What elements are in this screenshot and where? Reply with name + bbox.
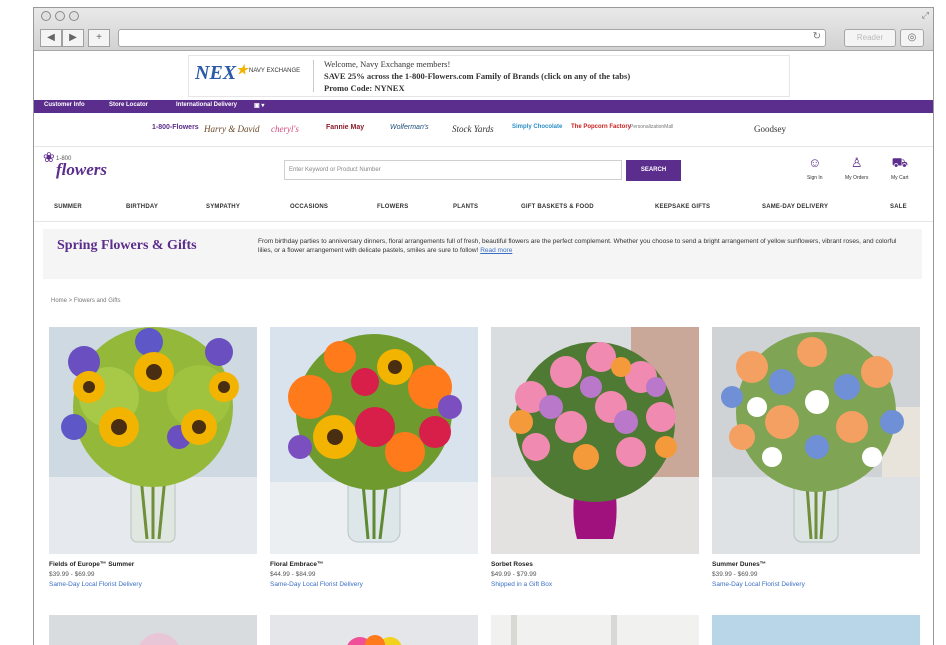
brand-tabs: 1-800-Flowers Harry & David cheryl's Fan… <box>34 114 933 147</box>
close-window-icon[interactable] <box>41 11 51 21</box>
flag-dropdown-icon[interactable]: ▣ ▾ <box>254 102 264 109</box>
product-price: $49.99 - $79.99 <box>491 571 537 578</box>
intro-body: From birthday parties to anniversary din… <box>258 238 897 254</box>
product-image[interactable] <box>49 327 257 554</box>
promo-line-2: SAVE 25% across the 1-800-Flowers.com Fa… <box>324 71 631 81</box>
product-image-partial[interactable] <box>712 615 920 645</box>
reader-button[interactable]: Reader <box>844 29 896 47</box>
product-card[interactable]: Floral Embrace™ $44.99 - $84.99 Same-Day… <box>270 327 478 588</box>
customer-info-link[interactable]: Customer Info <box>44 102 85 108</box>
back-button[interactable]: ◀ <box>40 29 62 47</box>
promo-text: Welcome, Navy Exchange members! SAVE 25%… <box>324 58 630 94</box>
product-card[interactable]: Summer Dunes™ $39.99 - $69.99 Same-Day L… <box>712 327 920 588</box>
brand-tab-cheryls[interactable]: cheryl's <box>271 124 299 134</box>
product-image-partial[interactable] <box>270 615 478 645</box>
store-locator-link[interactable]: Store Locator <box>109 102 148 108</box>
product-delivery: Same-Day Local Florist Delivery <box>270 581 363 588</box>
nav-summer[interactable]: SUMMER <box>54 204 82 210</box>
intro-text: From birthday parties to anniversary din… <box>258 237 910 255</box>
nav-sympathy[interactable]: SYMPATHY <box>206 204 240 210</box>
category-nav: SUMMER BIRTHDAY SYMPATHY OCCASIONS FLOWE… <box>34 199 933 222</box>
product-delivery: Same-Day Local Florist Delivery <box>712 581 805 588</box>
promo-line-3: Promo Code: NYNEX <box>324 83 405 93</box>
product-card[interactable]: Sorbet Roses $49.99 - $79.99 Shipped in … <box>491 327 699 588</box>
address-bar[interactable]: ↻ <box>118 29 826 47</box>
site-header: ❀ 1-800 flowers Enter Keyword or Product… <box>34 147 933 191</box>
product-image[interactable] <box>270 327 478 554</box>
read-more-link[interactable]: Read more <box>480 247 512 254</box>
reload-icon[interactable]: ↻ <box>813 31 821 42</box>
utility-bar: Customer Info Store Locator Internationa… <box>34 100 933 113</box>
add-bookmark-button[interactable]: + <box>88 29 110 47</box>
product-image-partial[interactable] <box>49 615 257 645</box>
cart-button[interactable]: ⛟ My Cart <box>891 155 909 181</box>
star-icon: ★ <box>236 62 248 77</box>
product-name[interactable]: Summer Dunes™ <box>712 561 920 568</box>
user-icon: ☺ <box>808 155 822 170</box>
orders-icon: ♙ <box>850 155 863 170</box>
sign-in-label: Sign In <box>807 175 823 181</box>
breadcrumb[interactable]: Home > Flowers and Gifts <box>51 298 121 304</box>
nav-flowers[interactable]: FLOWERS <box>377 204 408 210</box>
my-orders-label: My Orders <box>845 175 869 181</box>
fullscreen-icon[interactable]: ⤢ <box>922 10 929 21</box>
nex-logo-text: NEX <box>195 62 237 84</box>
nex-logo-subtitle: NAVY EXCHANGE <box>249 68 301 74</box>
nav-birthday[interactable]: BIRTHDAY <box>126 204 158 210</box>
brand-tab-1800flowers[interactable]: 1-800-Flowers <box>152 124 199 131</box>
brand-tab-popcorn-factory[interactable]: The Popcorn Factory <box>571 124 631 130</box>
product-price: $44.99 - $84.99 <box>270 571 316 578</box>
product-delivery: Shipped in a Gift Box <box>491 581 553 588</box>
product-image[interactable] <box>712 327 920 554</box>
search-button[interactable]: SEARCH <box>626 160 681 181</box>
cart-label: My Cart <box>891 175 909 181</box>
browser-toolbar: ⤢ ◀ ▶ + ↻ Reader ◎ <box>34 8 933 51</box>
site-logo[interactable]: flowers <box>56 160 107 180</box>
flower-logo-icon: ❀ <box>43 149 55 165</box>
forward-button[interactable]: ▶ <box>62 29 84 47</box>
zoom-window-icon[interactable] <box>69 11 79 21</box>
page-title: Spring Flowers & Gifts <box>57 238 197 253</box>
product-image[interactable] <box>491 327 699 554</box>
my-orders-button[interactable]: ♙ My Orders <box>845 155 868 181</box>
sign-in-button[interactable]: ☺ Sign In <box>807 155 823 181</box>
brand-tab-fannie-may[interactable]: Fannie May <box>326 124 364 131</box>
promo-divider <box>313 60 314 92</box>
brand-tab-wolfermans[interactable]: Wolferman's <box>390 124 429 131</box>
nav-same-day-delivery[interactable]: SAME-DAY DELIVERY <box>762 204 828 210</box>
product-delivery: Same-Day Local Florist Delivery <box>49 581 142 588</box>
product-name[interactable]: Fields of Europe™ Summer <box>49 561 257 568</box>
brand-tab-goodsey[interactable]: Goodsey <box>754 124 786 134</box>
window-controls <box>41 11 79 21</box>
history-buttons: ◀ ▶ + <box>40 29 110 47</box>
nav-occasions[interactable]: OCCASIONS <box>290 204 328 210</box>
product-price: $39.99 - $69.99 <box>712 571 758 578</box>
search-input[interactable]: Enter Keyword or Product Number <box>284 160 622 180</box>
promo-banner[interactable]: NEX★ NAVY EXCHANGE Welcome, Navy Exchang… <box>188 55 790 97</box>
product-price: $39.99 - $69.99 <box>49 571 95 578</box>
brand-tab-personalization-mall[interactable]: PersonalizationMall <box>630 124 673 130</box>
share-button[interactable]: ◎ <box>900 29 924 47</box>
product-name[interactable]: Sorbet Roses <box>491 561 699 568</box>
product-image-partial[interactable] <box>491 615 699 645</box>
nav-plants[interactable]: PLANTS <box>453 204 478 210</box>
nav-gift-baskets[interactable]: GIFT BASKETS & FOOD <box>521 204 594 210</box>
promo-line-1: Welcome, Navy Exchange members! <box>324 59 451 69</box>
international-delivery-link[interactable]: International Delivery <box>176 102 237 108</box>
nex-logo: NEX★ <box>195 62 248 85</box>
web-page: NEX★ NAVY EXCHANGE Welcome, Navy Exchang… <box>34 51 933 645</box>
nav-sale[interactable]: SALE <box>890 204 907 210</box>
browser-window: ⤢ ◀ ▶ + ↻ Reader ◎ NEX★ NAVY EXCHANGE We… <box>33 7 934 645</box>
brand-tab-stock-yards[interactable]: Stock Yards <box>452 124 494 134</box>
cart-icon: ⛟ <box>891 155 908 170</box>
brand-tab-simply-chocolate[interactable]: Simply Chocolate <box>512 124 562 130</box>
product-card[interactable]: Fields of Europe™ Summer $39.99 - $69.99… <box>49 327 257 588</box>
category-intro: Spring Flowers & Gifts From birthday par… <box>43 229 922 279</box>
product-name[interactable]: Floral Embrace™ <box>270 561 478 568</box>
minimize-window-icon[interactable] <box>55 11 65 21</box>
nav-keepsake-gifts[interactable]: KEEPSAKE GIFTS <box>655 204 710 210</box>
brand-tab-harry-david[interactable]: Harry & David <box>204 124 260 134</box>
